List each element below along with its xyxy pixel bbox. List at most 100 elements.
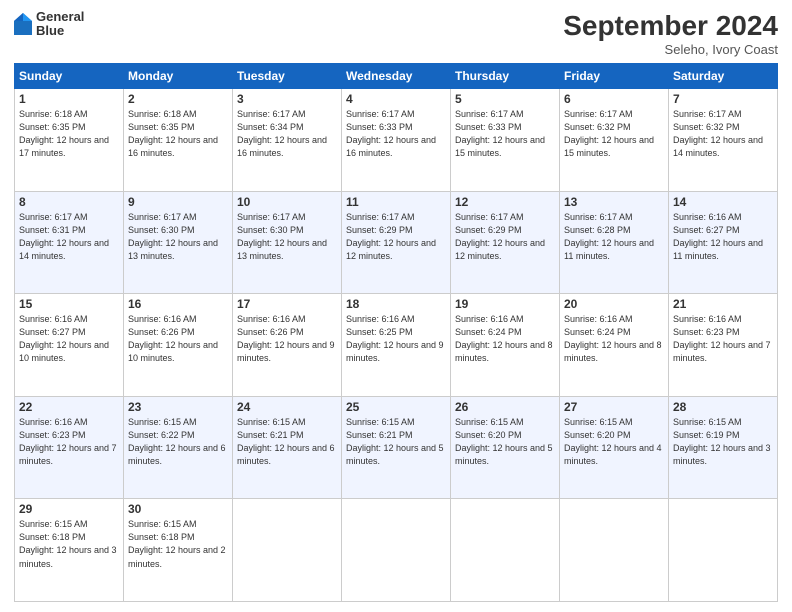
calendar-cell: 27Sunrise: 6:15 AMSunset: 6:20 PMDayligh… <box>560 396 669 499</box>
day-number: 14 <box>673 195 773 209</box>
calendar-cell: 9Sunrise: 6:17 AMSunset: 6:30 PMDaylight… <box>124 191 233 294</box>
day-info: Sunrise: 6:16 AMSunset: 6:24 PMDaylight:… <box>455 313 555 365</box>
calendar-cell: 22 Sunrise: 6:16 AMSunset: 6:23 PMDayligh… <box>15 396 124 499</box>
day-info: Sunrise: 6:17 AMSunset: 6:32 PMDaylight:… <box>564 108 664 160</box>
column-header-sunday: Sunday <box>15 64 124 89</box>
logo-line1: General <box>36 10 84 24</box>
calendar-cell: 29 Sunrise: 6:15 AMSunset: 6:18 PMDayligh… <box>15 499 124 602</box>
day-info: Sunrise: 6:15 AMSunset: 6:18 PMDaylight:… <box>19 518 119 570</box>
calendar-cell: 30 Sunrise: 6:15 AMSunset: 6:18 PMDayligh… <box>124 499 233 602</box>
day-number: 13 <box>564 195 664 209</box>
day-info: Sunrise: 6:15 AMSunset: 6:22 PMDaylight:… <box>128 416 228 468</box>
day-number: 1 <box>19 92 119 106</box>
day-number: 17 <box>237 297 337 311</box>
column-header-tuesday: Tuesday <box>233 64 342 89</box>
day-info: Sunrise: 6:16 AMSunset: 6:23 PMDaylight:… <box>19 416 119 468</box>
day-number: 11 <box>346 195 446 209</box>
calendar-cell: 10 Sunrise: 6:17 AMSunset: 6:30 PMDayligh… <box>233 191 342 294</box>
day-number: 6 <box>564 92 664 106</box>
day-info: Sunrise: 6:18 AMSunset: 6:35 PMDaylight:… <box>128 108 228 160</box>
calendar-cell: 1 Sunrise: 6:18 AMSunset: 6:35 PMDaylight… <box>15 89 124 192</box>
logo: General Blue <box>14 10 84 39</box>
calendar-cell: 8 Sunrise: 6:17 AMSunset: 6:31 PMDaylight… <box>15 191 124 294</box>
day-info: Sunrise: 6:17 AMSunset: 6:33 PMDaylight:… <box>346 108 446 160</box>
day-info: Sunrise: 6:16 AMSunset: 6:26 PMDaylight:… <box>237 313 337 365</box>
day-number: 10 <box>237 195 337 209</box>
day-number: 30 <box>128 502 228 516</box>
column-header-thursday: Thursday <box>451 64 560 89</box>
day-number: 3 <box>237 92 337 106</box>
day-info: Sunrise: 6:16 AMSunset: 6:27 PMDaylight:… <box>19 313 119 365</box>
day-number: 12 <box>455 195 555 209</box>
calendar-cell: 12 Sunrise: 6:17 AMSunset: 6:29 PMDayligh… <box>451 191 560 294</box>
calendar-cell <box>560 499 669 602</box>
day-number: 19 <box>455 297 555 311</box>
day-info: Sunrise: 6:15 AMSunset: 6:18 PMDaylight:… <box>128 518 228 570</box>
calendar-header-row: SundayMondayTuesdayWednesdayThursdayFrid… <box>15 64 778 89</box>
day-number: 22 <box>19 400 119 414</box>
day-number: 25 <box>346 400 446 414</box>
day-info: Sunrise: 6:17 AMSunset: 6:34 PMDaylight:… <box>237 108 337 160</box>
calendar-cell: 21Sunrise: 6:16 AMSunset: 6:23 PMDayligh… <box>669 294 778 397</box>
day-info: Sunrise: 6:15 AMSunset: 6:20 PMDaylight:… <box>455 416 555 468</box>
location-subtitle: Seleho, Ivory Coast <box>563 42 778 57</box>
calendar-cell: 28 Sunrise: 6:15 AMSunset: 6:19 PMDayligh… <box>669 396 778 499</box>
calendar-cell: 14 Sunrise: 6:16 AMSunset: 6:27 PMDayligh… <box>669 191 778 294</box>
column-header-monday: Monday <box>124 64 233 89</box>
day-number: 29 <box>19 502 119 516</box>
calendar-cell: 11Sunrise: 6:17 AMSunset: 6:29 PMDayligh… <box>342 191 451 294</box>
calendar-table: SundayMondayTuesdayWednesdayThursdayFrid… <box>14 63 778 602</box>
logo-icon <box>14 13 32 35</box>
day-info: Sunrise: 6:16 AMSunset: 6:27 PMDaylight:… <box>673 211 773 263</box>
page: General Blue September 2024 Seleho, Ivor… <box>0 0 792 612</box>
calendar-cell: 20Sunrise: 6:16 AMSunset: 6:24 PMDayligh… <box>560 294 669 397</box>
day-info: Sunrise: 6:18 AMSunset: 6:35 PMDaylight:… <box>19 108 119 160</box>
day-info: Sunrise: 6:17 AMSunset: 6:28 PMDaylight:… <box>564 211 664 263</box>
day-number: 8 <box>19 195 119 209</box>
calendar-week-2: 8 Sunrise: 6:17 AMSunset: 6:31 PMDaylight… <box>15 191 778 294</box>
calendar-week-3: 15Sunrise: 6:16 AMSunset: 6:27 PMDayligh… <box>15 294 778 397</box>
calendar-cell: 5 Sunrise: 6:17 AMSunset: 6:33 PMDaylight… <box>451 89 560 192</box>
column-header-saturday: Saturday <box>669 64 778 89</box>
calendar-cell <box>451 499 560 602</box>
calendar-cell: 17 Sunrise: 6:16 AMSunset: 6:26 PMDayligh… <box>233 294 342 397</box>
calendar-cell: 7Sunrise: 6:17 AMSunset: 6:32 PMDaylight… <box>669 89 778 192</box>
day-number: 5 <box>455 92 555 106</box>
calendar-cell <box>669 499 778 602</box>
day-number: 23 <box>128 400 228 414</box>
day-number: 18 <box>346 297 446 311</box>
calendar-cell <box>342 499 451 602</box>
title-block: September 2024 Seleho, Ivory Coast <box>563 10 778 57</box>
calendar-cell: 13 Sunrise: 6:17 AMSunset: 6:28 PMDayligh… <box>560 191 669 294</box>
day-number: 28 <box>673 400 773 414</box>
calendar-cell: 6 Sunrise: 6:17 AMSunset: 6:32 PMDaylight… <box>560 89 669 192</box>
day-info: Sunrise: 6:15 AMSunset: 6:21 PMDaylight:… <box>237 416 337 468</box>
column-header-friday: Friday <box>560 64 669 89</box>
calendar-cell <box>233 499 342 602</box>
day-info: Sunrise: 6:15 AMSunset: 6:21 PMDaylight:… <box>346 416 446 468</box>
day-number: 9 <box>128 195 228 209</box>
day-info: Sunrise: 6:16 AMSunset: 6:26 PMDaylight:… <box>128 313 228 365</box>
day-info: Sunrise: 6:17 AMSunset: 6:30 PMDaylight:… <box>237 211 337 263</box>
calendar-cell: 26 Sunrise: 6:15 AMSunset: 6:20 PMDayligh… <box>451 396 560 499</box>
logo-text: General Blue <box>36 10 84 39</box>
day-info: Sunrise: 6:16 AMSunset: 6:24 PMDaylight:… <box>564 313 664 365</box>
day-number: 26 <box>455 400 555 414</box>
day-info: Sunrise: 6:15 AMSunset: 6:20 PMDaylight:… <box>564 416 664 468</box>
calendar-cell: 19 Sunrise: 6:16 AMSunset: 6:24 PMDayligh… <box>451 294 560 397</box>
calendar-cell: 18 Sunrise: 6:16 AMSunset: 6:25 PMDayligh… <box>342 294 451 397</box>
day-info: Sunrise: 6:15 AMSunset: 6:19 PMDaylight:… <box>673 416 773 468</box>
calendar-cell: 24Sunrise: 6:15 AMSunset: 6:21 PMDayligh… <box>233 396 342 499</box>
day-info: Sunrise: 6:17 AMSunset: 6:33 PMDaylight:… <box>455 108 555 160</box>
month-title: September 2024 <box>563 10 778 42</box>
column-header-wednesday: Wednesday <box>342 64 451 89</box>
day-number: 16 <box>128 297 228 311</box>
header: General Blue September 2024 Seleho, Ivor… <box>14 10 778 57</box>
day-info: Sunrise: 6:17 AMSunset: 6:29 PMDaylight:… <box>455 211 555 263</box>
day-info: Sunrise: 6:16 AMSunset: 6:23 PMDaylight:… <box>673 313 773 365</box>
calendar-cell: 25 Sunrise: 6:15 AMSunset: 6:21 PMDayligh… <box>342 396 451 499</box>
day-info: Sunrise: 6:16 AMSunset: 6:25 PMDaylight:… <box>346 313 446 365</box>
calendar-cell: 4Sunrise: 6:17 AMSunset: 6:33 PMDaylight… <box>342 89 451 192</box>
day-info: Sunrise: 6:17 AMSunset: 6:31 PMDaylight:… <box>19 211 119 263</box>
calendar-cell: 3 Sunrise: 6:17 AMSunset: 6:34 PMDaylight… <box>233 89 342 192</box>
